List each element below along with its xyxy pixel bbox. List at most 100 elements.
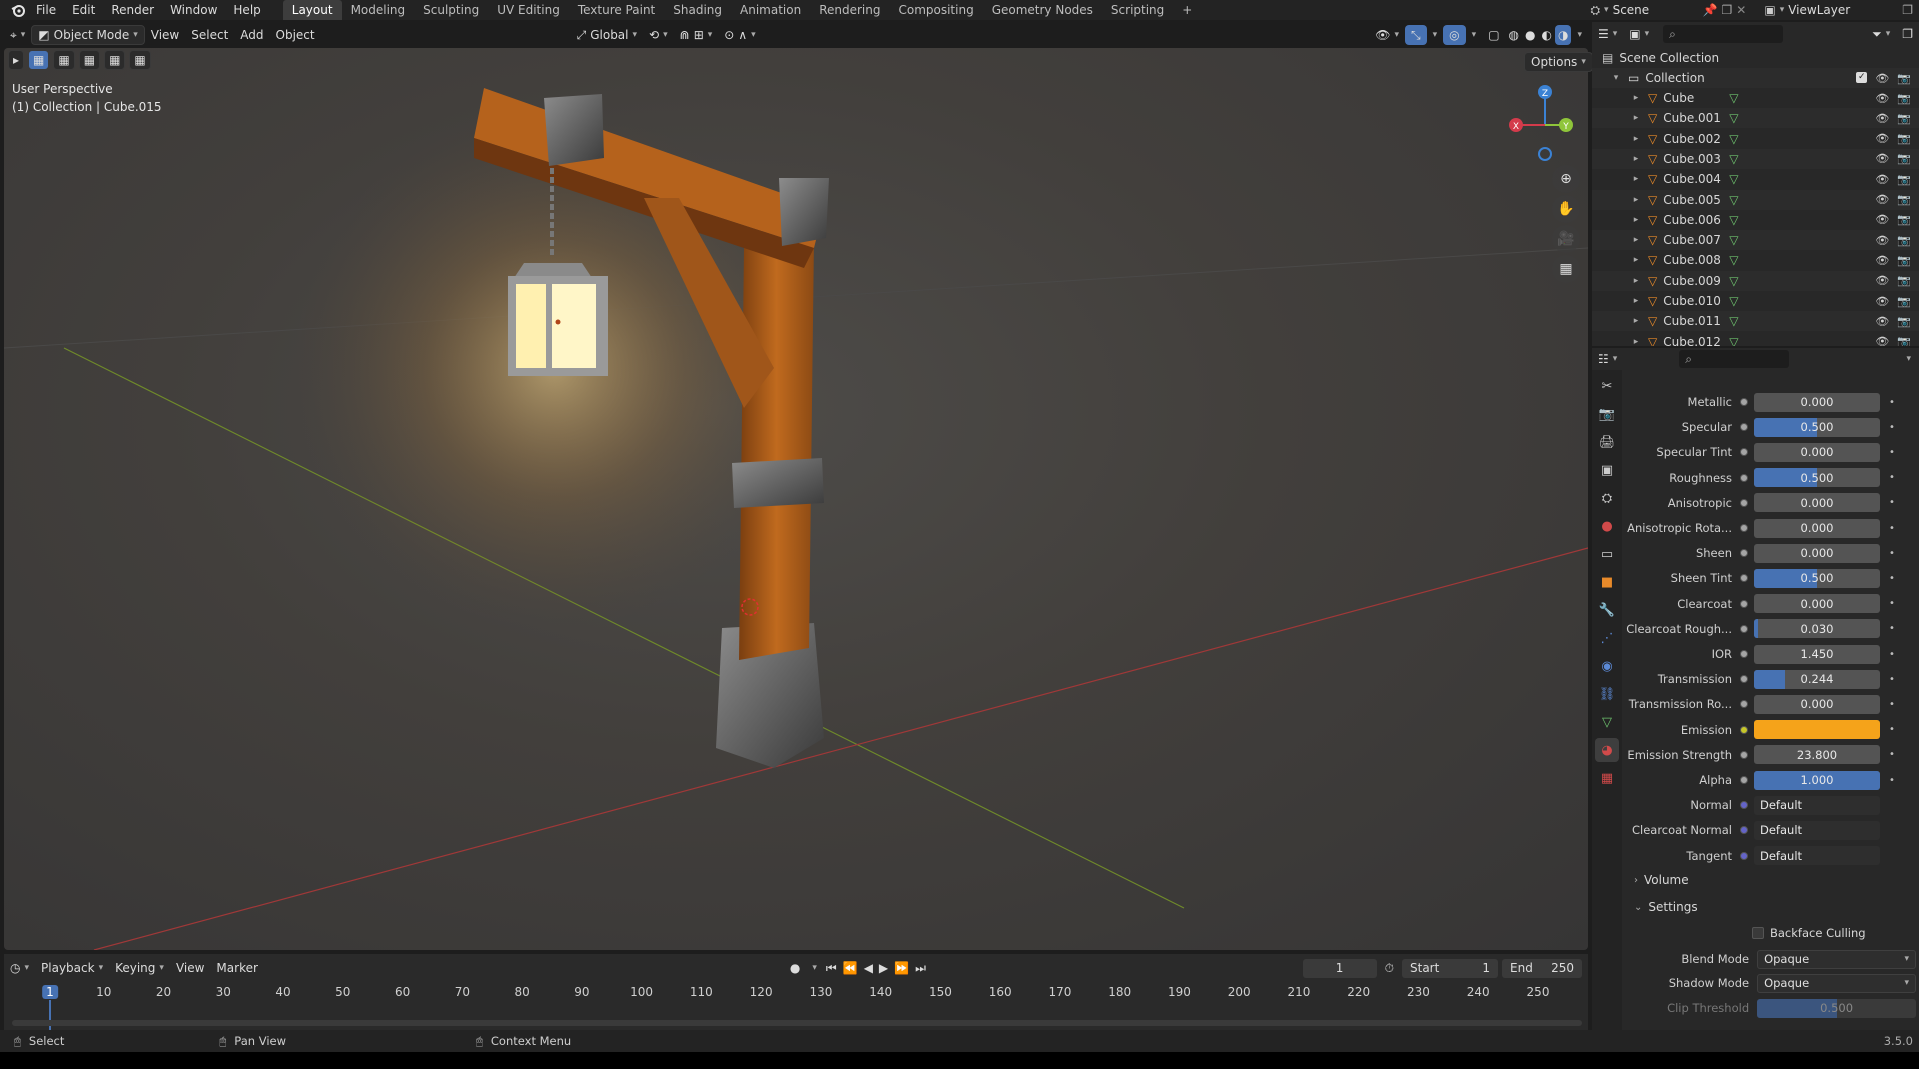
material-shading-button[interactable]: ◐ [1539, 25, 1555, 45]
property-field[interactable]: 0.000 [1754, 518, 1880, 538]
mesh-data-icon[interactable]: ▽ [1729, 172, 1738, 186]
viewport-menu-add[interactable]: Add [234, 25, 269, 45]
timeline-menu-view[interactable]: View [170, 958, 210, 978]
shading-dropdown[interactable]: ▾ [1571, 25, 1588, 45]
property-field[interactable]: Default [1754, 795, 1880, 815]
outliner-item[interactable]: ▸ ▽ Cube.006 ▽ 👁 📷 [1592, 210, 1919, 230]
keyframe-dot-icon[interactable]: • [1886, 497, 1898, 508]
keyframe-dot-icon[interactable]: • [1886, 573, 1898, 584]
property-field[interactable]: 0.500 [1754, 468, 1880, 488]
settings-section[interactable]: ⌄ Settings [1634, 900, 1698, 914]
mesh-data-icon[interactable]: ▽ [1729, 314, 1738, 328]
socket-icon[interactable] [1740, 675, 1748, 684]
outliner-item[interactable]: ▸ ▽ Cube.010 ▽ 👁 📷 [1592, 291, 1919, 311]
output-tab-icon[interactable]: 🖨 [1595, 430, 1619, 454]
box-select-extend-button[interactable]: ▦ [53, 50, 75, 70]
play-button[interactable]: ▶ [876, 958, 891, 978]
camera-render-icon[interactable]: 📷 [1897, 152, 1911, 165]
eye-icon[interactable]: 👁 [1875, 234, 1889, 247]
socket-icon[interactable] [1740, 750, 1748, 759]
box-select-subtract-button[interactable]: ▦ [78, 50, 101, 70]
expand-triangle-icon[interactable]: ▸ [1630, 337, 1642, 346]
mesh-data-icon[interactable]: ▽ [1729, 253, 1738, 267]
outliner-search-input[interactable]: ⌕ [1663, 25, 1784, 43]
mesh-data-icon[interactable]: ▽ [1729, 213, 1738, 227]
socket-icon[interactable] [1740, 624, 1748, 633]
box-select-new-button[interactable]: ▦ [28, 50, 50, 70]
outliner-item[interactable]: ▸ ▽ Cube.007 ▽ 👁 📷 [1592, 230, 1919, 251]
outliner-item[interactable]: ▸ ▽ Cube.008 ▽ 👁 📷 [1592, 250, 1919, 270]
mesh-data-icon[interactable]: ▽ [1729, 111, 1738, 125]
viewport-menu-select[interactable]: Select [185, 25, 234, 45]
menu-help[interactable]: Help [225, 0, 268, 20]
wireframe-shading-button[interactable]: ◍ [1506, 25, 1522, 45]
properties-editor-type-button[interactable]: ☷ ▾ [1592, 349, 1623, 369]
tab-geometry-nodes[interactable]: Geometry Nodes [983, 0, 1102, 20]
camera-render-icon[interactable]: 📷 [1897, 72, 1911, 85]
menu-render[interactable]: Render [103, 0, 162, 20]
socket-icon[interactable] [1740, 801, 1748, 810]
camera-render-icon[interactable]: 📷 [1897, 335, 1911, 346]
eye-icon[interactable]: 👁 [1875, 92, 1889, 105]
expand-triangle-icon[interactable]: ▸ [1630, 316, 1642, 326]
property-field[interactable]: Default [1754, 846, 1880, 866]
expand-triangle-icon[interactable]: ▸ [1630, 296, 1642, 306]
keyframe-dot-icon[interactable]: • [1886, 649, 1898, 660]
menu-file[interactable]: File [28, 0, 64, 20]
keyframe-dot-icon[interactable]: • [1886, 472, 1898, 483]
pivot-point-button[interactable]: ⟲ ▾ [643, 25, 674, 45]
volume-section[interactable]: › Volume [1634, 873, 1689, 887]
stopwatch-icon[interactable]: ⏱ [1385, 961, 1394, 976]
start-frame-field[interactable]: Start 1 [1402, 958, 1498, 978]
zoom-icon[interactable]: ⊕ [1552, 165, 1580, 193]
property-field[interactable] [1754, 720, 1880, 740]
view-layer-selector[interactable]: ▣ ▾ ViewLayer ❐ [1758, 0, 1919, 20]
outliner-item[interactable]: ▸ ▽ Cube.003 ▽ 👁 📷 [1592, 148, 1919, 169]
visibility-button[interactable]: 👁 ▾ [1369, 25, 1405, 45]
property-field[interactable]: Default [1754, 820, 1880, 840]
render-tab-icon[interactable]: 📷 [1595, 402, 1619, 426]
mesh-data-icon[interactable]: ▽ [1729, 294, 1738, 308]
expand-triangle-icon[interactable]: ▸ [1630, 93, 1642, 103]
new-scene-icon[interactable]: ❐ [1722, 3, 1733, 17]
keyframe-dot-icon[interactable]: • [1886, 523, 1898, 534]
tab-scripting[interactable]: Scripting [1102, 0, 1173, 20]
timeline-editor-type-button[interactable]: ◷ ▾ [4, 958, 35, 978]
navigation-gizmo[interactable]: Z X Y [1500, 80, 1590, 170]
modifier-tab-icon[interactable]: 🔧 [1595, 598, 1619, 622]
timeline-menu-marker[interactable]: Marker [210, 958, 263, 978]
socket-icon[interactable] [1740, 549, 1748, 558]
collection-row[interactable]: ▾ ▭ Collection ✓ 👁 📷 [1592, 68, 1919, 88]
keyframe-dot-icon[interactable]: • [1886, 699, 1898, 710]
outliner-item[interactable]: ▸ ▽ Cube.009 ▽ 👁 📷 [1592, 270, 1919, 291]
world-tab-icon[interactable]: ● [1595, 514, 1619, 538]
current-frame-field[interactable]: 1 [1302, 958, 1377, 978]
socket-icon[interactable] [1740, 851, 1748, 860]
expand-triangle-icon[interactable]: ▸ [1630, 174, 1642, 184]
rendered-shading-button[interactable]: ◑ [1554, 25, 1572, 45]
camera-render-icon[interactable]: 📷 [1897, 92, 1911, 105]
keyframe-dot-icon[interactable]: • [1886, 447, 1898, 458]
camera-render-icon[interactable]: 📷 [1897, 193, 1911, 206]
property-field[interactable]: 23.800 [1754, 745, 1880, 765]
camera-render-icon[interactable]: 📷 [1897, 112, 1911, 125]
gizmo-toggle[interactable]: ⤡ [1405, 25, 1427, 45]
property-field[interactable]: 0.030 [1754, 619, 1880, 639]
mesh-data-icon[interactable]: ▽ [1729, 233, 1738, 247]
tab-texture-paint[interactable]: Texture Paint [569, 0, 664, 20]
editor-type-button[interactable]: ⌖ ▾ [4, 25, 31, 45]
property-field[interactable]: 0.500 [1754, 568, 1880, 588]
expand-triangle-icon[interactable]: ▸ [1630, 195, 1642, 205]
end-frame-field[interactable]: End 250 [1502, 958, 1582, 978]
expand-triangle-icon[interactable]: ▸ [1630, 235, 1642, 245]
particles-tab-icon[interactable]: ⋰ [1595, 626, 1619, 650]
camera-render-icon[interactable]: 📷 [1897, 295, 1911, 308]
tab-shading[interactable]: Shading [664, 0, 731, 20]
outliner-editor-type-button[interactable]: ☰ ▾ [1592, 24, 1623, 44]
properties-search-input[interactable]: ⌕ [1679, 350, 1790, 368]
keyframe-dot-icon[interactable]: • [1886, 598, 1898, 609]
keyframe-dot-icon[interactable]: • [1886, 775, 1898, 786]
eye-icon[interactable]: 👁 [1875, 152, 1889, 165]
add-workspace-button[interactable]: + [1173, 0, 1201, 20]
eye-icon[interactable]: 👁 [1875, 315, 1889, 328]
